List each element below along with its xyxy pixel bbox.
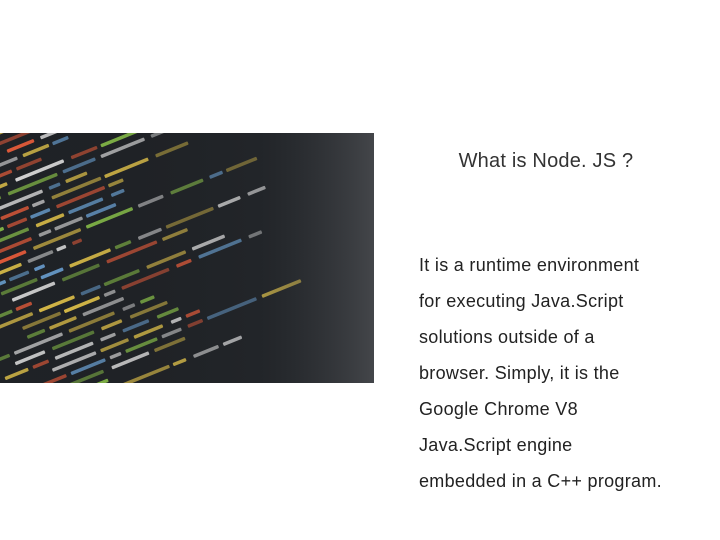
slide: What is Node. JS ? It is a runtime envir… xyxy=(0,0,720,540)
body-line: embedded in a C++ program. xyxy=(419,471,662,491)
body-line: solutions outside of a xyxy=(419,327,595,347)
body-line: It is a runtime environment xyxy=(419,255,640,275)
slide-title: What is Node. JS ? xyxy=(458,150,634,172)
body-line: Google Chrome V8 xyxy=(419,399,578,419)
code-editor-photo xyxy=(0,133,374,383)
body-line: for executing Java.Script xyxy=(419,291,624,311)
body-line: browser. Simply, it is the xyxy=(419,363,620,383)
slide-body: It is a runtime environment for executin… xyxy=(419,247,709,499)
code-editor-image xyxy=(0,133,374,383)
body-line: Java.Script engine xyxy=(419,435,573,455)
